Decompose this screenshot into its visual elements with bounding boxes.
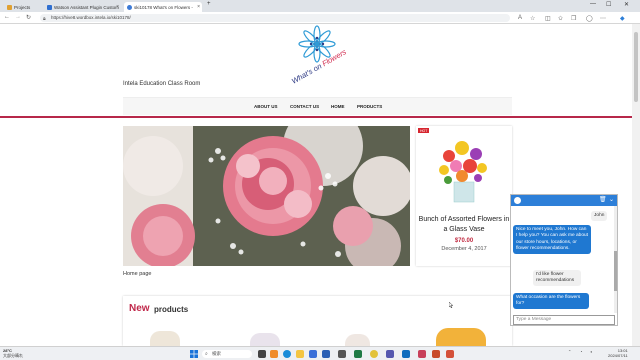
teams-icon[interactable] [386,350,394,358]
product-thumbnail[interactable] [436,328,486,346]
app-icon[interactable] [338,350,346,358]
chat-message-input[interactable]: Type a Message [513,315,615,325]
bouquet-image[interactable] [434,134,494,204]
windows-taskbar: 28°C 大部分晴れ ⌕ 検索 ⌃ ◔ ◖ 13:01 2024/07/11 [0,346,640,360]
chat-header: 🗑︎ ⌄ [511,195,617,206]
browser-tab-bar: Projects Watson Assistant Plugin Custom … [0,0,640,12]
maximize-icon[interactable]: ☐ [606,1,611,8]
site-description: Intela Education Class Room [123,81,201,87]
featured-product-date: December 4, 2017 [441,246,487,252]
wordpress-icon [127,4,132,10]
close-tab-icon[interactable]: × [116,4,119,10]
chat-message-user: John [591,211,608,221]
hero-caption: Home page [123,271,152,277]
menu-products[interactable]: PRODUCTS [357,104,382,109]
back-icon[interactable]: ← [4,14,10,20]
close-window-icon[interactable]: ✕ [624,1,629,8]
favorites-icon[interactable]: ✩ [558,15,563,22]
split-screen-icon[interactable]: ◫ [545,15,551,22]
new-tab-button[interactable]: + [207,1,211,7]
photos-icon[interactable] [418,350,426,358]
close-tab-icon[interactable]: × [197,4,200,10]
volume-icon[interactable]: ◖ [590,349,592,354]
address-bar: ← → ↻ 🔒︎ https://hive8.wordbox.intela.io… [0,12,640,24]
powerpoint-icon[interactable] [432,350,440,358]
widgets-icon[interactable] [270,350,278,358]
taskbar-search[interactable]: ⌕ 検索 [202,350,252,358]
tab-projects[interactable]: Projects [4,2,40,12]
network-icon[interactable]: ◔ [580,349,582,354]
outlook-icon[interactable] [402,350,410,358]
chevron-down-icon[interactable]: ⌄ [609,196,614,203]
featured-product-title[interactable]: Bunch of Assorted Flowers in a Glass Vas… [418,215,510,235]
hot-badge: HOT [418,128,430,133]
tab-watson[interactable]: Watson Assistant Plugin Custom × [44,2,121,12]
chat-widget: 🗑︎ ⌄ John Nice to meet you, John. How ca… [510,194,618,326]
chat-message-bot: Nice to meet you, John. How can I help y… [513,225,591,254]
product-thumbnail[interactable] [150,331,180,346]
tab-whats-on-flowers[interactable]: ski10178 What's on Flowers - × [124,2,202,12]
favorite-star-icon[interactable]: ☆ [530,15,535,22]
menu-dots-icon[interactable]: ⋯ [600,15,606,22]
page-icon [47,4,52,10]
lock-icon: 🔒︎ [43,16,46,22]
chat-scrollbar[interactable] [614,206,617,313]
word-icon[interactable] [322,350,330,358]
product-thumbnail[interactable] [345,334,370,346]
new-products-heading-new: New [129,303,150,314]
weather-widget[interactable]: 28°C 大部分晴れ [3,348,23,358]
minimize-icon[interactable]: — [590,1,596,7]
chat-message-user: I'd like flower recommendations [533,270,581,286]
accent-divider [0,116,632,118]
file-explorer-icon[interactable] [296,350,304,358]
trash-icon[interactable]: 🗑︎ [599,196,607,203]
url-input[interactable]: 🔒︎ https://hive8.wordbox.intela.io/ski10… [40,14,510,22]
new-products-heading-products: products [154,305,189,314]
edge-icon[interactable] [283,350,291,358]
main-menu: ABOUT US CONTACT US HOME PRODUCTS [123,97,512,115]
menu-about-us[interactable]: ABOUT US [254,104,278,109]
assistant-avatar-icon [514,197,521,204]
chat-message-bot: What occasion are the flowers for? [513,293,589,309]
profile-icon[interactable]: ◯ [586,15,593,22]
menu-contact-us[interactable]: CONTACT US [290,104,319,109]
app-icon[interactable] [446,350,454,358]
mouse-cursor-icon [449,302,453,308]
refresh-icon[interactable]: ↻ [26,14,31,21]
forward-icon[interactable]: → [15,14,21,20]
product-thumbnail[interactable] [250,333,280,346]
store-icon[interactable] [309,350,317,358]
windows-start-icon[interactable] [190,350,198,358]
folder-icon [7,4,12,10]
copilot-icon[interactable]: ◆ [620,15,625,22]
excel-icon[interactable] [354,350,362,358]
page-scrollbar[interactable] [632,24,640,346]
task-view-icon[interactable] [258,350,266,358]
taskbar-clock[interactable]: 13:01 2024/07/11 [608,348,628,358]
read-aloud-icon[interactable]: A [518,15,522,21]
menu-home[interactable]: HOME [331,104,345,109]
chrome-icon[interactable] [370,350,378,358]
search-icon: ⌕ [205,351,208,357]
featured-product-price: $70.00 [454,238,474,244]
collections-icon[interactable]: ❐ [571,15,576,22]
hero-flower-image[interactable] [123,126,410,266]
tray-chevron-icon[interactable]: ⌃ [568,349,571,354]
